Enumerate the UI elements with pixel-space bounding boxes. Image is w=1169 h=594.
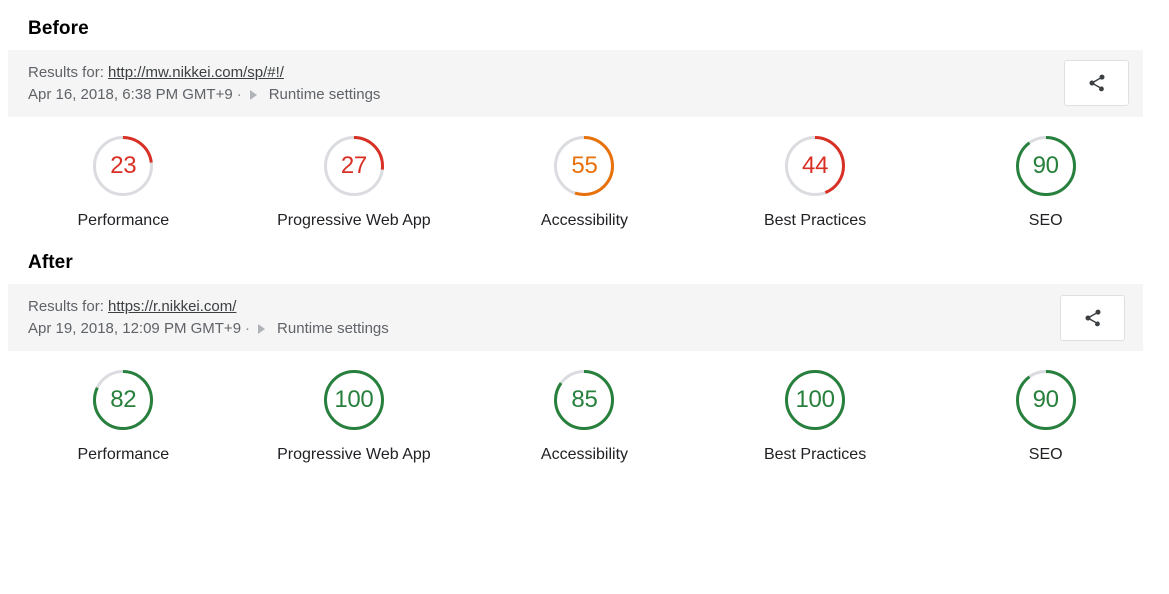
- triangle-right-icon[interactable]: [258, 324, 266, 334]
- audited-url-link[interactable]: http://mw.nikkei.com/sp/#!/: [108, 64, 284, 81]
- gauge-performance[interactable]: 23 Performance: [8, 135, 239, 230]
- results-meta-line: Apr 19, 2018, 12:09 PM GMT+9 · Runtime s…: [28, 318, 1143, 340]
- gauge-label: Best Practices: [763, 212, 867, 229]
- share-button[interactable]: [1060, 295, 1125, 341]
- gauge-score: 100: [795, 386, 835, 413]
- results-bar-before: Results for: http://mw.nikkei.com/sp/#!/…: [8, 50, 1143, 117]
- results-url-line: Results for: https://r.nikkei.com/: [28, 296, 1143, 317]
- gauge-accessibility[interactable]: 55 Accessibility: [469, 135, 700, 230]
- audit-timestamp: Apr 16, 2018, 6:38 PM GMT+9: [28, 86, 233, 103]
- gauge-score: 85: [571, 386, 598, 413]
- gauge-ring: 44: [784, 135, 846, 197]
- gauge-score: 44: [802, 152, 829, 179]
- gauge-score: 100: [334, 386, 374, 413]
- gauge-score: 82: [110, 386, 137, 413]
- gauge-label: Performance: [77, 212, 170, 229]
- gauge-label: SEO: [1028, 212, 1063, 229]
- gauge-ring: 27: [323, 135, 385, 197]
- gauge-label: Best Practices: [763, 446, 867, 463]
- gauge-score: 23: [110, 152, 137, 179]
- gauge-label: Progressive Web App: [277, 446, 431, 463]
- gauge-ring: 55: [553, 135, 615, 197]
- audit-timestamp: Apr 19, 2018, 12:09 PM GMT+9: [28, 320, 242, 337]
- gauge-label: Progressive Web App: [277, 212, 431, 229]
- gauge-row-after: 82 Performance 100 Progressive Web App 8…: [0, 369, 1169, 464]
- gauge-seo[interactable]: 90 SEO: [930, 135, 1161, 230]
- share-icon: [1087, 73, 1107, 93]
- results-meta-line: Apr 16, 2018, 6:38 PM GMT+9 · Runtime se…: [28, 84, 1143, 106]
- gauge-ring: 23: [92, 135, 154, 197]
- gauge-label: SEO: [1028, 446, 1063, 463]
- gauge-accessibility[interactable]: 85 Accessibility: [469, 369, 700, 464]
- section-heading-after: After: [28, 252, 73, 273]
- triangle-right-icon[interactable]: [249, 90, 257, 100]
- meta-separator: ·: [245, 320, 251, 337]
- gauge-row-before: 23 Performance 27 Progressive Web App 55…: [0, 135, 1169, 230]
- gauge-label: Performance: [77, 446, 170, 463]
- gauge-best-practices[interactable]: 44 Best Practices: [700, 135, 931, 230]
- results-for-label: Results for:: [28, 298, 104, 315]
- gauge-score: 55: [571, 152, 598, 179]
- gauge-best-practices[interactable]: 100 Best Practices: [700, 369, 931, 464]
- meta-separator: ·: [236, 86, 242, 103]
- results-for-label: Results for:: [28, 64, 104, 81]
- audited-url-link[interactable]: https://r.nikkei.com/: [108, 298, 236, 315]
- gauge-performance[interactable]: 82 Performance: [8, 369, 239, 464]
- gauge-ring: 85: [553, 369, 615, 431]
- gauge-ring: 82: [92, 369, 154, 431]
- lighthouse-comparison-page: Before Results for: http://mw.nikkei.com…: [0, 0, 1169, 594]
- results-bar-after: Results for: https://r.nikkei.com/ Apr 1…: [8, 284, 1143, 351]
- gauge-ring: 90: [1015, 369, 1077, 431]
- share-button[interactable]: [1064, 60, 1129, 106]
- gauge-progressive-web-app[interactable]: 27 Progressive Web App: [239, 135, 470, 230]
- runtime-settings-toggle[interactable]: Runtime settings: [277, 318, 389, 340]
- gauge-seo[interactable]: 90 SEO: [930, 369, 1161, 464]
- gauge-progressive-web-app[interactable]: 100 Progressive Web App: [239, 369, 470, 464]
- gauge-score: 90: [1032, 152, 1059, 179]
- gauge-label: Accessibility: [540, 446, 629, 463]
- section-heading-before: Before: [28, 18, 89, 39]
- gauge-score: 27: [340, 152, 367, 179]
- gauge-label: Accessibility: [540, 212, 629, 229]
- gauge-ring: 100: [784, 369, 846, 431]
- gauge-ring: 100: [323, 369, 385, 431]
- after-section: After Results for: https://r.nikkei.com/…: [0, 230, 1169, 464]
- runtime-settings-toggle[interactable]: Runtime settings: [269, 84, 381, 106]
- results-url-line: Results for: http://mw.nikkei.com/sp/#!/: [28, 62, 1143, 83]
- share-icon: [1083, 308, 1103, 328]
- gauge-score: 90: [1032, 386, 1059, 413]
- gauge-ring: 90: [1015, 135, 1077, 197]
- before-section: Before Results for: http://mw.nikkei.com…: [0, 0, 1169, 230]
